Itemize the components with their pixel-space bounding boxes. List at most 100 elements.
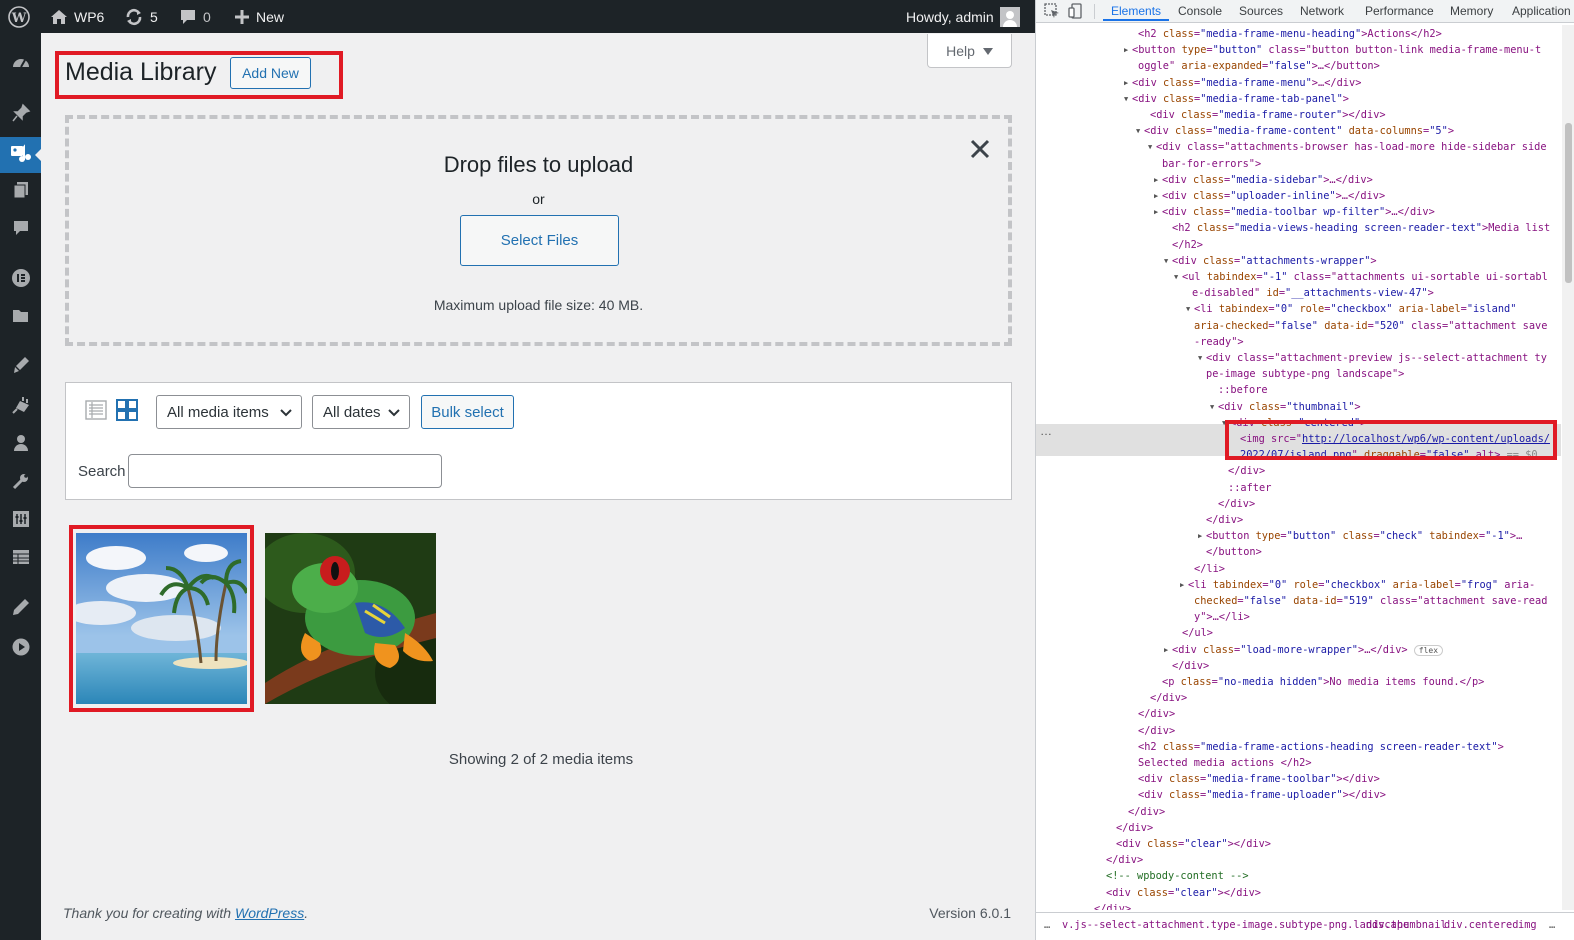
sidebar-item-dashboard[interactable] <box>0 47 41 83</box>
inspect-element-icon[interactable] <box>1044 3 1060 19</box>
dom-tree-line[interactable]: </div> <box>1094 901 1131 910</box>
dom-tree-line[interactable]: ▶ <button type="button" class="button but… <box>1124 42 1541 58</box>
sidebar-item-tools[interactable] <box>0 465 41 501</box>
dom-tree-line[interactable]: ▶ <div class="media-toolbar wp-filter">…<… <box>1154 204 1435 220</box>
dom-tree-line[interactable]: <h2 class="media-frame-menu-heading">Act… <box>1138 26 1442 42</box>
sidebar-item-tables[interactable] <box>0 541 41 577</box>
new-content-link[interactable]: New <box>234 0 284 33</box>
dom-tree-line[interactable]: -ready"> <box>1194 334 1244 350</box>
dom-tree-line[interactable]: </div> <box>1138 723 1175 739</box>
dom-tree-line[interactable]: <p class="no-media hidden">No media item… <box>1162 674 1484 690</box>
breadcrumb-ellipsis[interactable]: … <box>1044 919 1050 931</box>
sidebar-item-folders[interactable] <box>0 300 41 336</box>
sidebar-item-settings[interactable] <box>0 503 41 539</box>
wordpress-logo-icon[interactable]: W <box>8 0 30 33</box>
upload-dropzone[interactable]: Drop files to upload or Select Files Max… <box>65 115 1012 346</box>
sidebar-item-users[interactable] <box>0 427 41 463</box>
breadcrumb-attachment-preview[interactable]: v.js--select-attachment.type-image.subty… <box>1062 919 1409 931</box>
media-type-filter-select[interactable]: All media items <box>156 395 302 429</box>
dom-tree-line[interactable]: </div> <box>1128 804 1165 820</box>
dom-tree-line[interactable]: aria-checked="false" data-id="520" class… <box>1194 318 1547 334</box>
dom-tree-line[interactable]: <h2 class="media-frame-actions-heading s… <box>1138 739 1504 755</box>
dom-tree-line[interactable]: ▶ <li tabindex="0" role="checkbox" aria-l… <box>1180 577 1535 593</box>
dom-tree-line[interactable]: <div class="media-frame-uploader"></div> <box>1138 787 1386 803</box>
dom-tree-line[interactable]: ▼ <li tabindex="0" role="checkbox" aria-l… <box>1186 301 1516 317</box>
dom-tree-line[interactable]: ::after <box>1228 480 1271 496</box>
dom-tree-line[interactable]: <div class="clear"></div> <box>1116 836 1271 852</box>
dom-tree-line[interactable]: y">…</li> <box>1194 609 1250 625</box>
dom-tree-line[interactable]: </h2> <box>1172 237 1203 253</box>
sidebar-item-comments[interactable] <box>0 212 41 248</box>
dom-tree-line[interactable]: </div> <box>1218 496 1255 512</box>
dom-tree-line[interactable]: </div> <box>1172 658 1209 674</box>
dom-tree-line[interactable]: </div> <box>1150 690 1187 706</box>
media-item-island[interactable] <box>76 533 247 704</box>
breadcrumb-centered[interactable]: div.centered <box>1444 919 1518 931</box>
sidebar-item-editor[interactable] <box>0 591 41 627</box>
dom-tree-line[interactable]: ▼ <div class="attachments-browser has-loa… <box>1148 139 1547 155</box>
dom-tree-line[interactable]: <!-- wpbody-content --> <box>1106 868 1249 884</box>
tab-elements[interactable]: Elements <box>1102 4 1170 21</box>
grid-view-icon[interactable] <box>115 398 139 422</box>
dom-tree-line[interactable]: </div> <box>1138 706 1175 722</box>
dom-tree-line[interactable]: ▼ <div class="attachments-wrapper"> <box>1164 253 1377 269</box>
dom-tree-line[interactable]: pe-image subtype-png landscape"> <box>1206 366 1404 382</box>
dom-tree-line[interactable]: ▶ <div class="media-frame-menu">…</div> <box>1124 75 1361 91</box>
wordpress-link[interactable]: WordPress <box>235 905 304 921</box>
dom-tree-line[interactable]: oggle" aria-expanded="false">…</button> <box>1138 58 1380 74</box>
dom-tree-line[interactable]: ::before <box>1218 382 1268 398</box>
breadcrumb-more[interactable]: … <box>1549 919 1555 931</box>
date-filter-select[interactable]: All dates <box>312 395 410 429</box>
dom-tree-line[interactable]: ▶ <div class="uploader-inline">…</div> <box>1154 188 1385 204</box>
tab-sources[interactable]: Sources <box>1239 4 1283 18</box>
dom-tree-line[interactable]: ▼ <div class="media-frame-content" data-c… <box>1136 123 1454 139</box>
search-input[interactable] <box>128 454 442 488</box>
help-button[interactable]: Help <box>927 34 1012 68</box>
dom-tree-line[interactable]: <div class="clear"></div> <box>1106 885 1261 901</box>
tab-memory[interactable]: Memory <box>1450 4 1493 18</box>
tab-application[interactable]: Application <box>1512 4 1571 18</box>
sidebar-item-appearance[interactable] <box>0 349 41 385</box>
breadcrumb-thumbnail[interactable]: div.thumbnail <box>1366 919 1447 931</box>
dom-tree-line[interactable]: <div class="media-frame-toolbar"></div> <box>1138 771 1380 787</box>
media-item-frog[interactable] <box>265 533 436 704</box>
dom-tree-line[interactable]: </div> <box>1228 463 1265 479</box>
list-view-icon[interactable] <box>84 398 108 422</box>
my-account-link[interactable]: Howdy, admin <box>906 0 1020 33</box>
sidebar-item-posts[interactable] <box>0 97 41 133</box>
dom-tree-line[interactable]: <h2 class="media-views-heading screen-re… <box>1172 220 1550 236</box>
sidebar-item-elementor[interactable] <box>0 262 41 298</box>
dom-tree-line[interactable]: <div class="media-frame-router"></div> <box>1150 107 1386 123</box>
tab-network[interactable]: Network <box>1300 4 1344 18</box>
sidebar-item-media-player[interactable] <box>0 631 41 667</box>
bulk-select-button[interactable]: Bulk select <box>421 395 514 429</box>
dom-tree-line[interactable]: ▼ <div class="media-frame-tab-panel"> <box>1124 91 1349 107</box>
scrollbar-thumb[interactable] <box>1565 123 1572 283</box>
dom-tree-line[interactable]: ▼ <div class="thumbnail"> <box>1210 399 1361 415</box>
dom-tree-line[interactable]: ▼ <div class="attachment-preview js--sele… <box>1198 350 1547 366</box>
breadcrumb-img[interactable]: img <box>1518 919 1537 931</box>
close-icon[interactable] <box>968 137 992 161</box>
dom-tree-scrollbar[interactable] <box>1562 25 1574 910</box>
dom-tree-line[interactable]: Selected media actions </h2> <box>1138 755 1312 771</box>
dom-tree-line[interactable]: e-disabled" id="__attachments-view-47"> <box>1192 285 1434 301</box>
dom-tree-line[interactable]: </div> <box>1106 852 1143 868</box>
device-toolbar-icon[interactable] <box>1068 3 1084 19</box>
dom-tree-line[interactable]: checked="false" data-id="519" class="att… <box>1194 593 1547 609</box>
dom-tree-line[interactable]: ▶ <div class="media-sidebar">…</div> <box>1154 172 1373 188</box>
sidebar-item-pages[interactable] <box>0 174 41 210</box>
dom-tree-line[interactable]: </ul> <box>1182 625 1213 641</box>
dom-tree-line[interactable]: ▶ <div class="load-more-wrapper">…</div> … <box>1164 642 1444 659</box>
sidebar-item-plugins[interactable] <box>0 389 41 425</box>
updates-link[interactable]: 5 <box>124 0 158 33</box>
dom-tree-line[interactable]: ▶ <button type="button" class="check" tab… <box>1198 528 1522 544</box>
dom-tree-line[interactable]: </div> <box>1116 820 1153 836</box>
dom-tree-line[interactable]: </button> <box>1206 544 1262 560</box>
tab-console[interactable]: Console <box>1178 4 1222 18</box>
dom-tree[interactable]: <h2 class="media-frame-menu-heading">Act… <box>1036 25 1561 910</box>
dom-tree-line[interactable]: ▼ <ul tabindex="-1" class="attachments ui… <box>1174 269 1548 285</box>
sidebar-item-media[interactable] <box>0 137 41 173</box>
dom-tree-line[interactable]: bar-for-errors"> <box>1162 156 1261 172</box>
node-actions-ellipsis[interactable]: … <box>1040 424 1052 438</box>
site-name-link[interactable]: WP6 <box>50 0 104 33</box>
